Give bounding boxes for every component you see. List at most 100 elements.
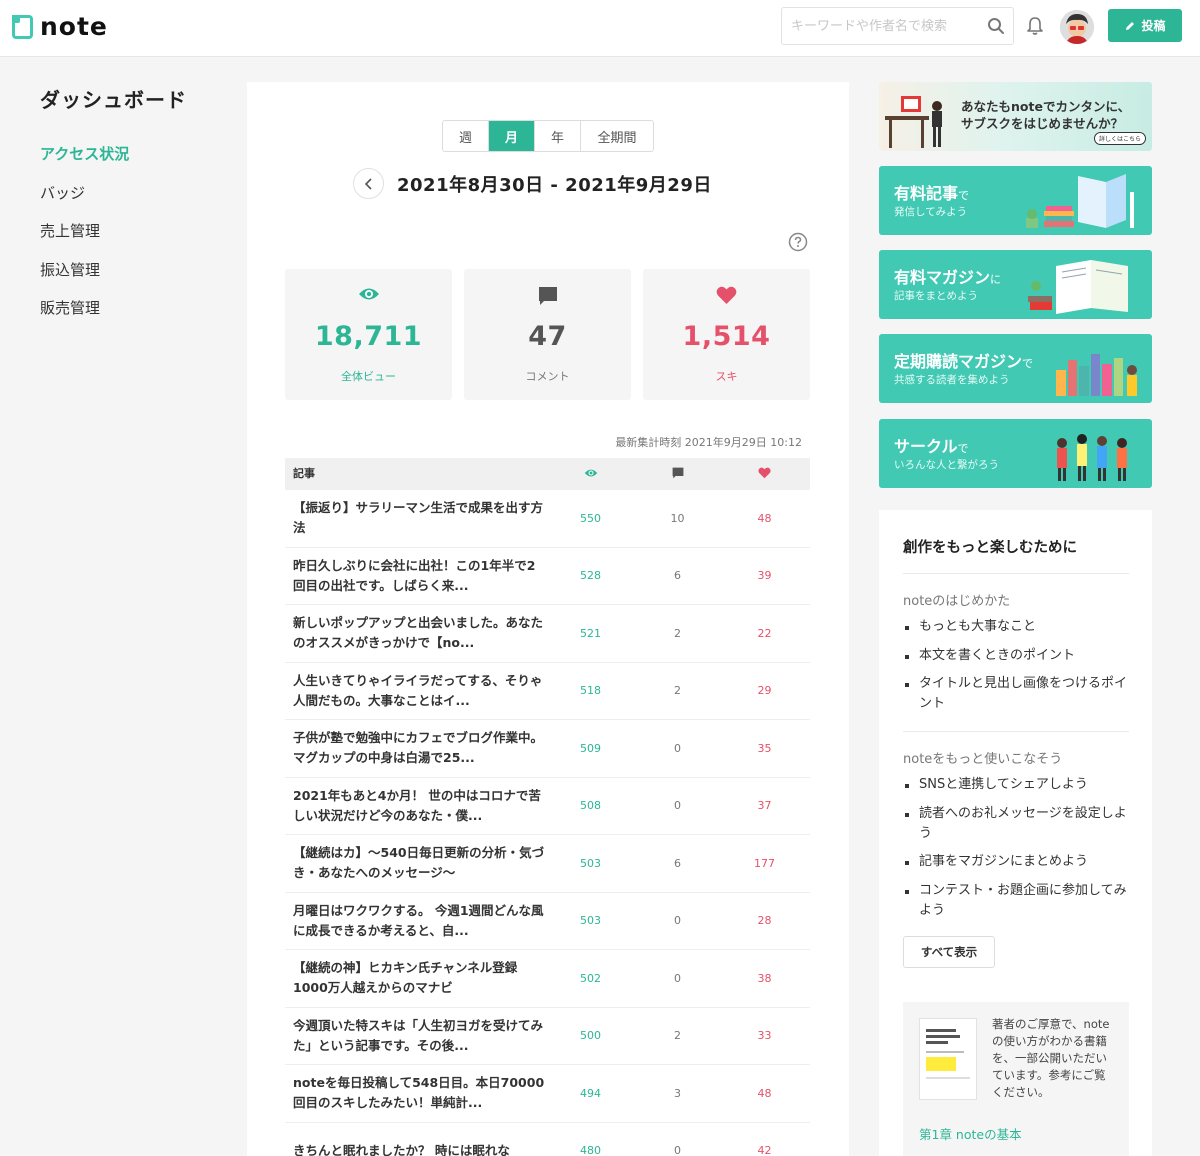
stat-likes-label: スキ — [715, 370, 738, 383]
row-title: 2021年もあと4か月！ 世の中はコロナで苦しい状況だけど今のあなた・僕... — [293, 787, 541, 823]
subscription-promo-banner[interactable]: あなたもnoteでカンタンに、 サブスクをはじめませんか？ 詳しくはこちら — [879, 82, 1152, 151]
table-row[interactable]: noteを毎日投稿して548日目。本日70000回目のスキしたみたい！単純計..… — [285, 1065, 810, 1123]
row-likes: 33 — [757, 1029, 772, 1043]
row-likes: 38 — [757, 971, 772, 985]
books-illustration-icon — [1026, 174, 1134, 228]
banner-subtitle: 共感する読者を集めよう — [894, 374, 1010, 386]
search-box[interactable] — [781, 7, 1014, 45]
eye-icon — [584, 469, 597, 476]
row-views: 509 — [580, 741, 601, 755]
paid-magazine-banner[interactable]: 有料マガジンに 記事をまとめよう — [879, 250, 1152, 319]
note-logo-mark — [12, 14, 33, 39]
desk-illustration-icon — [885, 96, 942, 148]
pencil-icon — [1126, 21, 1135, 30]
sidebar-item-transfer[interactable]: 振込管理 — [40, 259, 129, 298]
banner-subtitle: 記事をまとめよう — [894, 290, 978, 302]
sidebar-item-sales-management[interactable]: 販売管理 — [40, 297, 129, 336]
sidebar-title: ダッシュボード — [40, 88, 187, 112]
tab-month[interactable]: 月 — [489, 121, 535, 151]
search-input[interactable] — [782, 9, 979, 43]
promo-detail-button[interactable]: 詳しくはこちら — [1093, 132, 1146, 145]
row-views: 500 — [580, 1029, 601, 1043]
row-likes: 42 — [757, 1144, 772, 1156]
circle-banner[interactable]: サークルで いろんな人と繋がろう — [879, 419, 1152, 488]
row-title: noteを毎日投稿して548日目。本日70000回目のスキしたみたい！単純計..… — [293, 1075, 545, 1111]
row-views: 494 — [580, 1086, 601, 1100]
help-icon[interactable] — [788, 232, 808, 252]
column-comments[interactable] — [634, 467, 721, 482]
post-button[interactable]: 投稿 — [1108, 9, 1182, 42]
guide-link[interactable]: 読者へのお礼メッセージを設定しよう — [903, 804, 1129, 844]
paid-article-banner[interactable]: 有料記事で 発信してみよう — [879, 166, 1152, 235]
people-illustration-icon — [1057, 434, 1127, 481]
row-comments: 6 — [674, 569, 681, 583]
table-row[interactable]: 今週頂いた特スキは「人生初ヨガを受けてみた」という記事です。その後... 500 2… — [285, 1008, 810, 1065]
tab-week[interactable]: 週 — [443, 121, 489, 151]
magazine-illustration-icon — [1028, 260, 1128, 314]
table-row[interactable]: 新しいポップアップと出会いました。あなたのオススメがきっかけで【no... 521… — [285, 605, 810, 663]
guide-link[interactable]: タイトルと見出し画像をつけるポイント — [903, 674, 1129, 714]
row-title: 昨日久しぶりに会社に出社！この1年半で2回目の出社です。しばらく来... — [293, 557, 536, 593]
note-logo[interactable]: note — [12, 12, 108, 41]
stat-card-likes: 1,514 スキ — [643, 269, 810, 400]
table-row[interactable]: 2021年もあと4か月！ 世の中はコロナで苦しい状況だけど今のあなた・僕... 5… — [285, 778, 810, 835]
column-likes[interactable] — [721, 467, 808, 482]
table-header: 記事 — [285, 458, 810, 490]
book-chapter-link[interactable]: 第1章 noteの基本 — [919, 1124, 1022, 1143]
table-row[interactable]: きちんと眠れましたか？ 時には眠れな 480 0 42 — [285, 1123, 810, 1156]
row-title: 今週頂いた特スキは「人生初ヨガを受けてみた」という記事です。その後... — [293, 1017, 544, 1053]
guide-link[interactable]: SNSと連携してシェアしよう — [903, 775, 1129, 795]
prev-period-button[interactable] — [353, 168, 384, 199]
stat-comments-value: 47 — [528, 321, 567, 352]
banner-title: 定期購読マガジン — [894, 352, 1023, 371]
sidebar-item-badge[interactable]: バッジ — [40, 182, 129, 221]
row-comments: 2 — [674, 1029, 681, 1043]
banner-title: 有料記事 — [894, 184, 959, 203]
table-row[interactable]: 【継続の神】ヒカキン氏チャンネル登録1000万人越えからのマナビ 502 0 38 — [285, 950, 810, 1008]
heart-icon — [716, 286, 737, 304]
row-views: 550 — [580, 511, 601, 525]
tab-year[interactable]: 年 — [535, 121, 581, 151]
row-title: 子供が塾で勉強中にカフェでブログ作業中。マグカップの中身は白湯で25... — [293, 730, 544, 766]
show-all-button[interactable]: すべて表示 — [903, 936, 995, 968]
sidebar-item-sales[interactable]: 売上管理 — [40, 220, 129, 259]
guide-link[interactable]: 記事をマガジンにまとめよう — [903, 852, 1129, 872]
table-row[interactable]: 昨日久しぶりに会社に出社！この1年半で2回目の出社です。しばらく来... 528 6… — [285, 548, 810, 605]
subscription-magazine-banner[interactable]: 定期購読マガジンで 共感する読者を集めよう — [879, 334, 1152, 403]
guide-section-advanced: noteをもっと使いこなそう — [903, 752, 1063, 767]
comment-icon — [538, 287, 557, 305]
book-card[interactable]: 著者のご厚意で、noteの使い方がわかる書籍を、一部公開いただいています。参考に… — [903, 1002, 1129, 1156]
last-updated: 最新集計時刻 2021年9月29日 10:12 — [615, 436, 802, 449]
row-comments: 0 — [674, 799, 681, 813]
search-icon[interactable] — [979, 9, 1013, 43]
bell-icon[interactable] — [1024, 15, 1046, 37]
bookshelf-illustration-icon — [1056, 354, 1137, 396]
table-row[interactable]: 【振返り】サラリーマン生活で成果を出す方法 550 10 48 — [285, 490, 810, 548]
table-row[interactable]: 人生いきてりゃイライラだってする、そりゃ人間だもの。大事なことはイ... 518 2… — [285, 663, 810, 720]
guide-link[interactable]: もっとも大事なこと — [903, 617, 1129, 637]
row-comments: 6 — [674, 856, 681, 870]
row-title: 人生いきてりゃイライラだってする、そりゃ人間だもの。大事なことはイ... — [293, 672, 543, 708]
sidebar-item-access[interactable]: アクセス状況 — [40, 143, 129, 182]
guide-link[interactable]: コンテスト・お題企画に参加してみよう — [903, 881, 1129, 921]
row-likes: 177 — [754, 856, 775, 870]
post-button-label: 投稿 — [1141, 19, 1166, 33]
row-likes: 48 — [757, 1086, 772, 1100]
banner-title: 有料マガジン — [894, 268, 991, 287]
avatar[interactable] — [1060, 10, 1094, 44]
row-comments: 0 — [674, 914, 681, 928]
table-row[interactable]: 子供が塾で勉強中にカフェでブログ作業中。マグカップの中身は白湯で25... 509… — [285, 720, 810, 778]
top-header: note 投稿 — [0, 0, 1200, 57]
stat-likes-value: 1,514 — [682, 321, 771, 352]
note-logo-text: note — [40, 12, 108, 41]
banner-title: サークル — [894, 437, 958, 456]
table-row[interactable]: 月曜日はワクワクする。 今週1週間どんな風に成長できるか考えると、自... 503… — [285, 893, 810, 950]
guide-link[interactable]: 本文を書くときのポイント — [903, 646, 1129, 666]
stat-views-label: 全体ビュー — [341, 370, 396, 383]
period-tabs: 週 月 年 全期間 — [442, 120, 654, 152]
comment-icon — [672, 467, 683, 478]
table-row[interactable]: 【継続はカ】～540日毎日更新の分析・気づき・あなたへのメッセージ～ 503 6 17… — [285, 835, 810, 893]
row-views: 503 — [580, 856, 601, 870]
column-views[interactable] — [547, 468, 634, 481]
tab-all-time[interactable]: 全期間 — [581, 121, 653, 151]
